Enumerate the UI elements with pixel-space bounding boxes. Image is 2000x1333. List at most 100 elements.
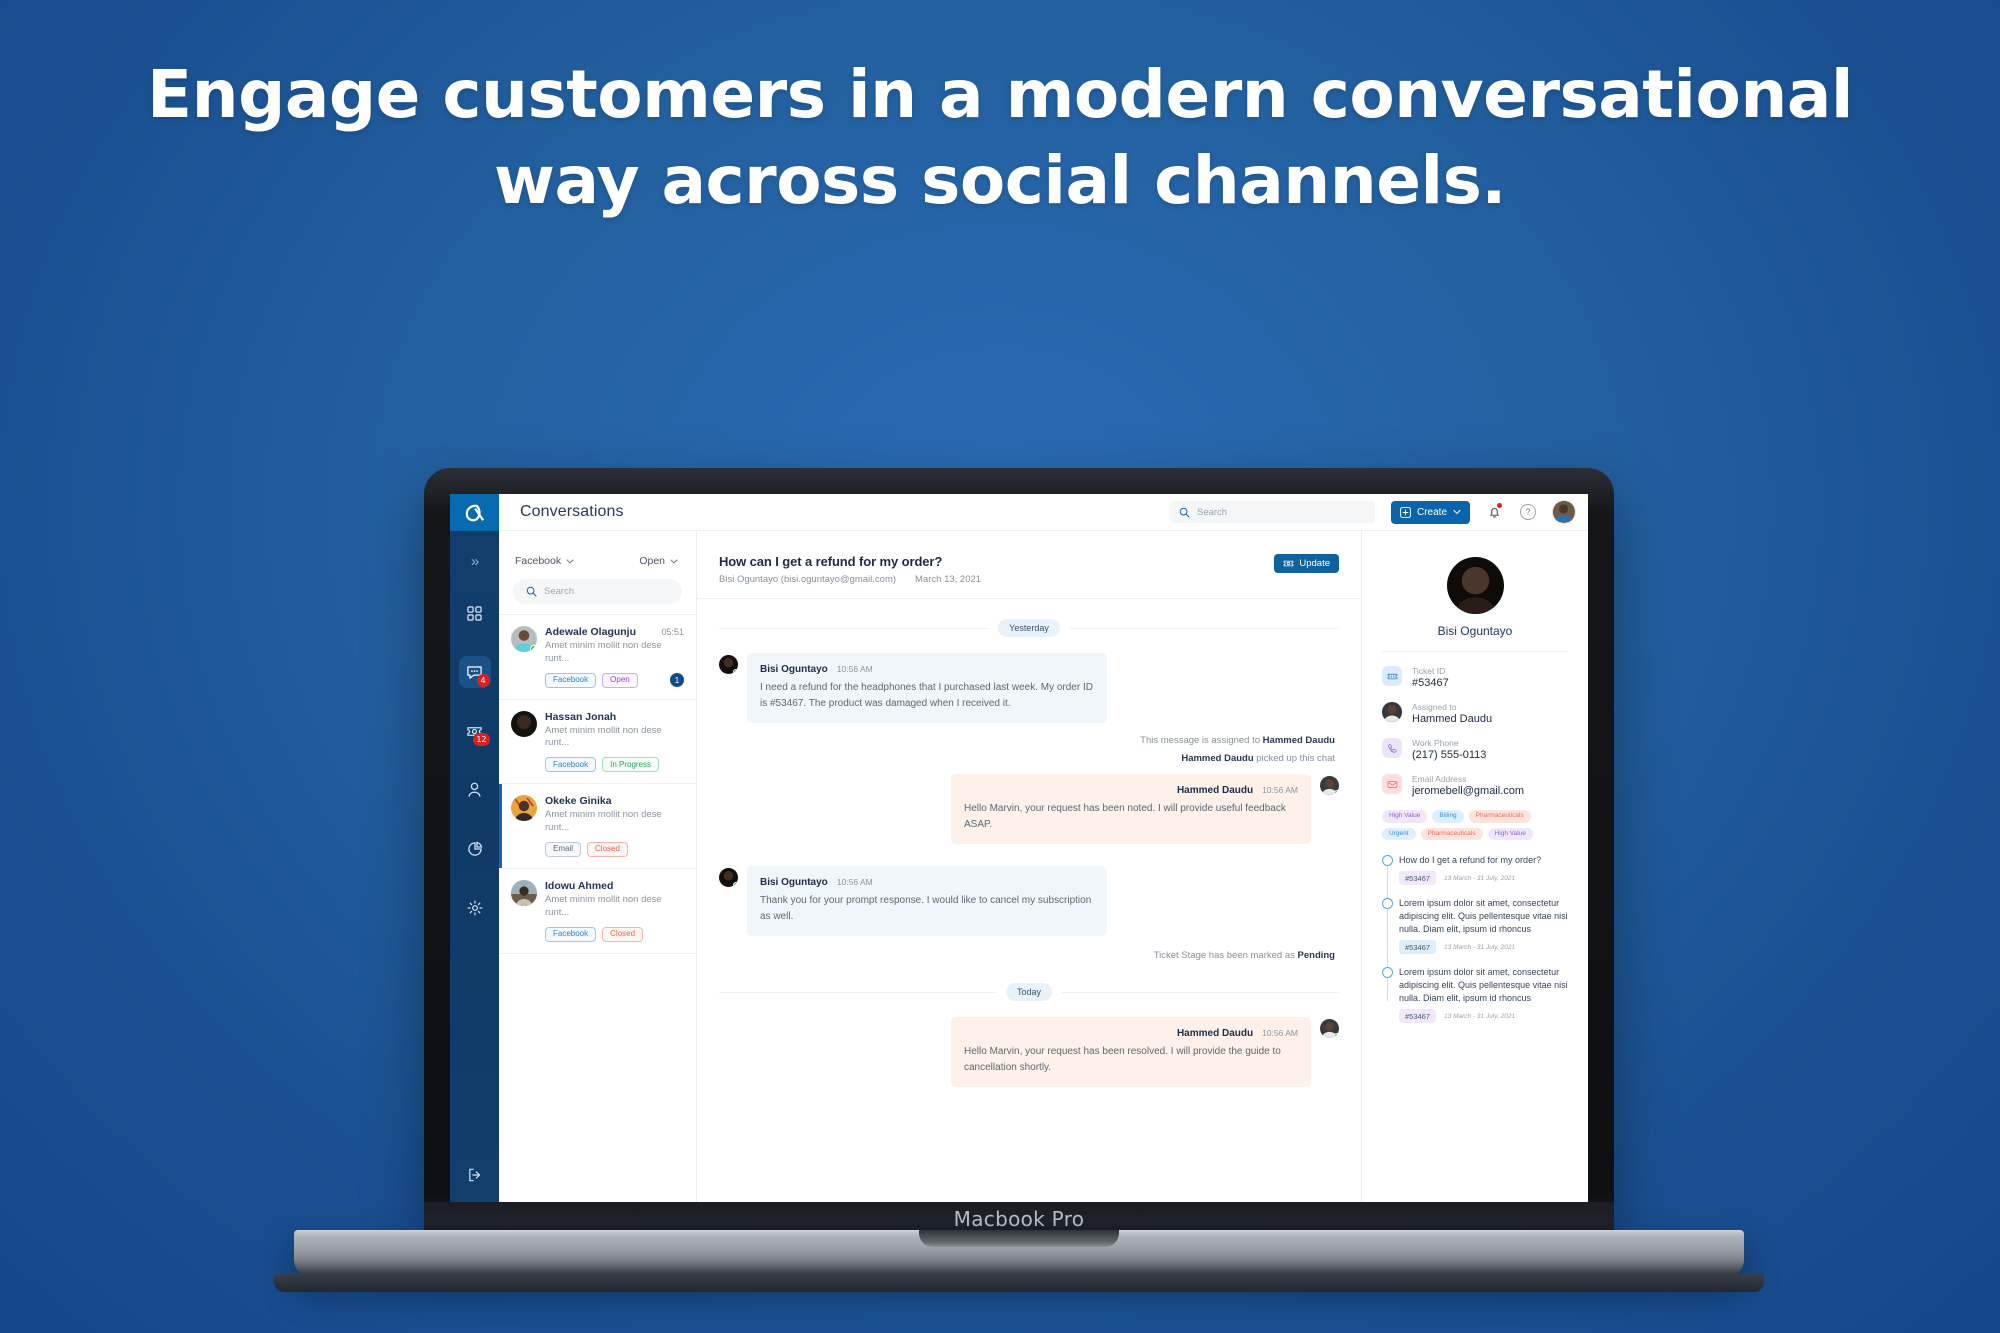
- detail-field-assignee: Assigned to Hammed Daudu: [1382, 702, 1568, 725]
- detail-field-email: Email Address jeromebell@gmail.com: [1382, 774, 1568, 797]
- timeline-item[interactable]: How do I get a refund for my order? #534…: [1382, 854, 1568, 886]
- conversation-item-header: Idowu Ahmed: [545, 880, 684, 892]
- online-indicator: [733, 882, 738, 887]
- tickets-badge: 12: [473, 733, 490, 746]
- tag[interactable]: High Value: [1487, 827, 1533, 840]
- chat-panel: How can I get a refund for my order? Bis…: [697, 531, 1362, 1217]
- contact-name: Adewale Olagunju: [545, 626, 637, 638]
- message-preview: Amet minim mollit non dese runt...: [545, 640, 662, 664]
- timeline-dot-icon: [1382, 898, 1393, 910]
- detail-label: Work Phone: [1412, 738, 1459, 748]
- tag[interactable]: Billing: [1432, 810, 1464, 823]
- gear-icon: [467, 900, 482, 916]
- timeline-item[interactable]: Lorem ipsum dolor sit amet, consectetur …: [1382, 966, 1568, 1024]
- collapse-rail-button[interactable]: »: [471, 553, 479, 570]
- mail-icon: [1382, 774, 1402, 794]
- sidebar-item-settings[interactable]: [459, 892, 491, 924]
- message-bubble: Bisi Oguntayo 10:56 AM I need a refund f…: [747, 653, 1107, 723]
- timeline-meta: #53467 13 March - 31 July, 2021: [1399, 871, 1568, 886]
- contact-name: Okeke Ginika: [545, 795, 612, 808]
- sidebar-item-contacts[interactable]: [459, 774, 491, 806]
- message-time: 10:56 AM: [1262, 785, 1298, 795]
- status-badge: Closed: [587, 841, 628, 857]
- dashboard-icon: [467, 605, 482, 621]
- detail-field-body: Ticket ID #53467: [1412, 666, 1449, 689]
- tag[interactable]: Pharmaceuticals: [1420, 827, 1483, 840]
- system-message-highlight: Hammed Daudu: [1181, 753, 1254, 764]
- message-header: Bisi Oguntayo 10:56 AM: [760, 877, 1094, 888]
- chevron-down-icon: [566, 559, 574, 563]
- message-author: Hammed Daudu: [1176, 1028, 1254, 1039]
- unread-count-badge: 1: [670, 673, 684, 688]
- channel-filter-dropdown[interactable]: Facebook: [515, 555, 574, 567]
- conversation-item-content: Hassan Jonah Amet minim mollit non dese …: [545, 711, 684, 773]
- tag[interactable]: Pharmaceuticals: [1468, 810, 1531, 823]
- sidebar-item-dashboard[interactable]: [459, 597, 491, 629]
- conversation-item-content: Idowu Ahmed Amet minim mollit non dese r…: [545, 880, 684, 942]
- contact-name: Bisi Oguntayo: [1437, 624, 1513, 638]
- help-button[interactable]: ?: [1518, 502, 1538, 522]
- sidebar-item-reports[interactable]: [459, 833, 491, 865]
- chat-date: March 13, 2021: [915, 574, 982, 585]
- detail-field-ticket-id: Ticket ID #53467: [1382, 666, 1568, 689]
- message-header: Hammed Daudu 10:56 AM: [964, 785, 1298, 796]
- page-title: Conversations: [520, 503, 624, 520]
- contact-name: Idowu Ahmed: [545, 879, 614, 892]
- status-filter-dropdown[interactable]: Open: [639, 555, 678, 567]
- conversation-search-input[interactable]: Search: [513, 579, 682, 604]
- notifications-button[interactable]: [1484, 502, 1504, 522]
- phone-icon: [1382, 738, 1402, 758]
- contacts-icon: [468, 782, 481, 797]
- system-message-highlight: Hammed Daudu: [1262, 735, 1335, 746]
- timeline-item[interactable]: Lorem ipsum dolor sit amet, consectetur …: [1382, 897, 1568, 955]
- channel-badge: Facebook: [545, 672, 597, 688]
- tag[interactable]: Urgent: [1382, 827, 1416, 840]
- system-message-suffix: picked up this chat: [1253, 753, 1335, 764]
- status-filter-label: Open: [639, 555, 665, 567]
- avatar: [1320, 1019, 1339, 1038]
- detail-field-body: Work Phone (217) 555-0113: [1412, 738, 1486, 761]
- poster-stage: Engage customers in a modern conversatio…: [0, 0, 2000, 1333]
- create-button[interactable]: Create: [1390, 500, 1470, 524]
- conversations-badge: 4: [476, 674, 490, 687]
- detail-label: Email Address: [1412, 774, 1467, 784]
- day-separator-label: Yesterday: [998, 619, 1060, 637]
- conversation-item-header: Adewale Olagunju 05:51: [545, 626, 684, 638]
- system-message: This message is assigned to Hammed Daudu: [719, 735, 1339, 746]
- chat-message-inbound: Bisi Oguntayo 10:56 AM Thank you for you…: [719, 866, 1339, 936]
- channel-badge: Facebook: [545, 926, 597, 942]
- update-button[interactable]: Update: [1274, 554, 1339, 573]
- tag[interactable]: High Value: [1382, 810, 1428, 823]
- detail-label: Ticket ID: [1412, 666, 1446, 676]
- conversation-list-item[interactable]: Adewale Olagunju 05:51 Amet minim mollit…: [499, 614, 696, 699]
- conversation-filters: Facebook Open: [499, 555, 696, 567]
- message-author: Bisi Oguntayo: [760, 877, 828, 888]
- logout-button[interactable]: [459, 1159, 491, 1191]
- day-separator: Today: [719, 983, 1339, 1001]
- timeline-text: Lorem ipsum dolor sit amet, consectetur …: [1399, 967, 1568, 1004]
- avatar: [1320, 776, 1339, 795]
- search-icon: [1179, 507, 1190, 518]
- chevron-down-icon: [670, 559, 678, 563]
- assignee-avatar: [1382, 702, 1402, 722]
- device-model-label: Macbook Pro: [953, 1207, 1085, 1231]
- logout-icon: [468, 1168, 480, 1182]
- app-body: Facebook Open Search Adewale Olagunju 05…: [499, 531, 1588, 1217]
- message-author: Hammed Daudu: [1176, 785, 1254, 796]
- sidebar-item-tickets[interactable]: 12: [459, 715, 491, 747]
- ticket-history-timeline: How do I get a refund for my order? #534…: [1382, 854, 1568, 1024]
- timeline-date-range: 13 March - 31 July, 2021: [1444, 874, 1516, 882]
- laptop-screen: » 4 12 Conversations Search Create ? Fac…: [450, 494, 1588, 1217]
- status-badge: In Progress: [602, 757, 660, 773]
- status-badge: Closed: [602, 926, 644, 942]
- sidebar-item-conversations[interactable]: 4: [458, 656, 491, 688]
- conversation-list-item-selected[interactable]: Okeke Ginika Amet minim mollit non dese …: [499, 783, 696, 868]
- conversation-list-item[interactable]: Hassan Jonah Amet minim mollit non dese …: [499, 698, 696, 784]
- timeline-date-range: 13 March - 31 July, 2021: [1444, 1012, 1516, 1020]
- channel-filter-label: Facebook: [515, 555, 562, 567]
- alpha-logo-icon[interactable]: [450, 494, 499, 531]
- avatar[interactable]: [1552, 500, 1576, 524]
- global-search-input[interactable]: Search: [1169, 501, 1375, 523]
- conversation-list-item[interactable]: Idowu Ahmed Amet minim mollit non dese r…: [499, 867, 696, 953]
- timeline-ticket-id: #53467: [1399, 940, 1437, 955]
